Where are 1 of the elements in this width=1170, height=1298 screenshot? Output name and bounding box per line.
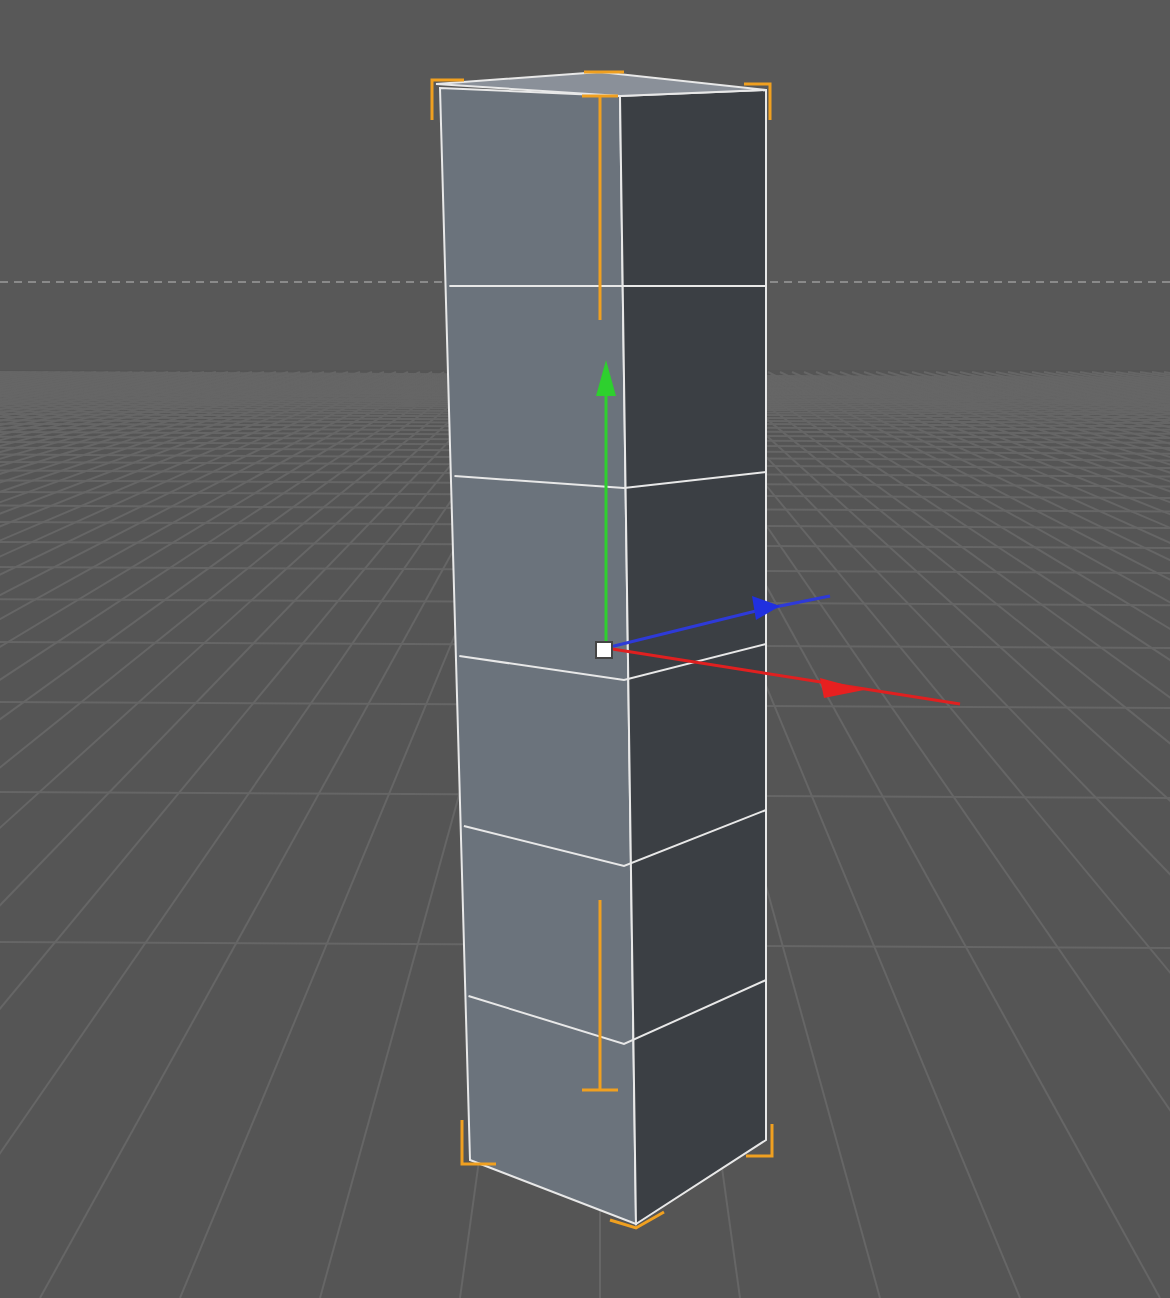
axis-gizmo-drawing[interactable] xyxy=(595,360,961,706)
